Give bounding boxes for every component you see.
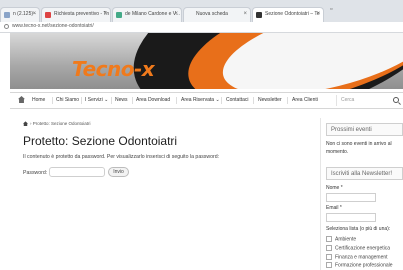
site-header: Tecno-x	[10, 33, 403, 89]
site-logo[interactable]: Tecno-x	[72, 57, 155, 81]
protected-message: Il contenuto è protetto da password. Per…	[23, 154, 220, 160]
nav-divider	[221, 97, 222, 104]
search-icon[interactable]	[393, 97, 399, 103]
page-title: Protetto: Sezione Odontoiatri	[23, 134, 178, 148]
nav-divider	[287, 97, 288, 104]
breadcrumb: › Protetto: Sezione Odontoiatri	[23, 121, 91, 127]
browser-tab-2[interactable]: Richiesta preventivo - Tn ×	[41, 7, 111, 22]
nav-divider	[253, 97, 254, 104]
gmail-icon	[45, 12, 51, 18]
nav-item-contattaci[interactable]: Contattaci	[226, 97, 249, 103]
nav-item-home[interactable]: Home	[32, 97, 45, 103]
email-field[interactable]	[326, 213, 376, 222]
search-box[interactable]: Cerca	[336, 95, 403, 106]
main-nav: Home Chi Siamo I Servizi ⌄ News Area Dow…	[10, 92, 403, 109]
checkbox[interactable]	[326, 262, 332, 268]
list-option-label: Finanza e management	[335, 254, 388, 261]
breadcrumb-current: › Protetto: Sezione Odontoiatri	[30, 121, 91, 126]
browser-tab-bar: n (2.125) - × Richiesta preventivo - Tn …	[0, 0, 403, 22]
browser-tab-4[interactable]: Nuova scheda ×	[183, 7, 251, 22]
nav-item-chi-siamo[interactable]: Chi Siamo	[56, 97, 79, 103]
browser-tab-3[interactable]: de Milano Cardone e V... ×	[112, 7, 182, 22]
nav-item-servizi[interactable]: I Servizi ⌄	[85, 97, 108, 103]
nav-item-news[interactable]: News	[115, 97, 128, 103]
tab-favicon-icon	[4, 12, 10, 18]
name-field[interactable]	[326, 193, 376, 202]
url-text: www.tecno-x.net/sezione-odontoiatri/	[12, 23, 94, 29]
tab-title: Richiesta preventivo - Tn	[54, 11, 110, 17]
password-label: Password:	[23, 170, 48, 176]
list-option-label: Ambiente	[335, 236, 357, 243]
nav-item-area-riservata[interactable]: Area Riservata ⌄	[181, 97, 220, 103]
home-icon[interactable]	[23, 121, 28, 127]
close-icon[interactable]: ×	[243, 8, 247, 21]
checkbox[interactable]	[326, 236, 332, 242]
nav-divider	[111, 97, 112, 104]
address-bar[interactable]: www.tecno-x.net/sezione-odontoiatri/	[0, 22, 403, 33]
name-label: Nome *	[326, 185, 343, 191]
password-input[interactable]	[49, 167, 105, 177]
list-option-ambiente[interactable]: Ambiente	[326, 236, 356, 242]
lists-label: Seleziona lista (o più di una):	[326, 226, 391, 232]
nav-divider	[52, 97, 53, 104]
list-option-certificazione[interactable]: Certificazione energetica	[326, 245, 390, 251]
home-icon[interactable]	[18, 96, 25, 103]
close-icon[interactable]: ×	[103, 8, 107, 21]
newsletter-widget-title: Iscriviti alla Newsletter!	[326, 167, 403, 180]
tab-favicon-icon	[256, 12, 262, 18]
events-text-line-1: Non ci sono eventi in arrivo al	[326, 141, 392, 147]
new-tab-icon[interactable]: ▫	[330, 6, 332, 13]
email-label: Email *	[326, 205, 342, 211]
events-title: Prossimi eventi	[331, 127, 372, 133]
close-icon[interactable]: ×	[32, 8, 36, 21]
submit-button[interactable]: Invio	[108, 167, 129, 177]
list-option-label: Certificazione energetica	[335, 245, 391, 252]
checkbox[interactable]	[326, 254, 332, 260]
tab-title: Sezione Odontoiatri – Te	[265, 11, 320, 17]
newsletter-title: Iscriviti alla Newsletter!	[331, 171, 393, 177]
nav-item-area-download[interactable]: Area Download	[136, 97, 170, 103]
tab-favicon-icon	[116, 12, 122, 18]
close-icon[interactable]: ×	[174, 8, 178, 21]
events-text-line-2: momento.	[326, 149, 349, 155]
nav-item-newsletter[interactable]: Newsletter	[258, 97, 282, 103]
close-icon[interactable]: ×	[316, 8, 320, 21]
nav-divider	[176, 97, 177, 104]
browser-tab-1[interactable]: n (2.125) - ×	[0, 7, 40, 22]
checkbox[interactable]	[326, 245, 332, 251]
list-option-formazione[interactable]: Formazione professionale	[326, 262, 393, 268]
nav-divider	[132, 97, 133, 104]
events-widget-title: Prossimi eventi	[326, 123, 403, 136]
list-option-label: Formazione professionale	[335, 262, 393, 269]
search-input[interactable]: Cerca	[341, 97, 354, 103]
tab-title: Nuova scheda	[196, 11, 228, 17]
nav-item-area-clienti[interactable]: Area Clienti	[292, 97, 318, 103]
list-option-finanza[interactable]: Finanza e management	[326, 254, 388, 260]
site-info-icon[interactable]	[4, 24, 9, 29]
tab-title: de Milano Cardone e V...	[125, 11, 180, 17]
browser-tab-5[interactable]: Sezione Odontoiatri – Te ×	[252, 7, 324, 22]
nav-divider	[81, 97, 82, 104]
